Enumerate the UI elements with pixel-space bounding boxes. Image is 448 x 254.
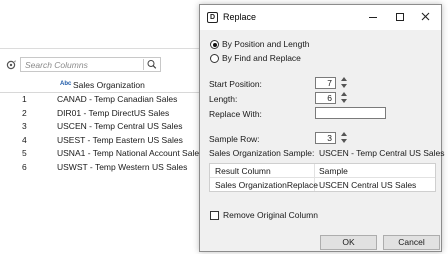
- sample-value: USCEN - Temp Central US Sales: [319, 148, 445, 158]
- header-result-column: Result Column: [215, 166, 271, 176]
- app-icon: D: [207, 12, 218, 23]
- table-row[interactable]: 3 USCEN - Temp Central US Sales: [0, 120, 200, 134]
- table-row[interactable]: 4 USEST - Temp Eastern US Sales: [0, 134, 200, 148]
- row-number: 5: [22, 148, 27, 158]
- cell-value: USCEN - Temp Central US Sales: [57, 121, 183, 131]
- grid-toolbar: [0, 55, 200, 75]
- spin-up-icon[interactable]: [341, 132, 347, 136]
- table-row[interactable]: 6 USWST - Temp Western US Sales: [0, 161, 200, 175]
- row-number: 6: [22, 161, 27, 172]
- grid-header: Abc Sales Organization: [0, 78, 200, 93]
- spin-up-icon[interactable]: [341, 77, 347, 81]
- row-number: 4: [22, 134, 27, 145]
- spin-down-icon[interactable]: [341, 84, 347, 88]
- row-number: 1: [22, 94, 27, 104]
- length-spinner[interactable]: [341, 92, 347, 104]
- ok-button[interactable]: OK: [320, 235, 377, 250]
- replace-with-input[interactable]: [315, 107, 386, 119]
- replace-with-label: Replace With:: [209, 109, 262, 119]
- table-row[interactable]: 2 DIR01 - Temp DirectUS Sales: [0, 107, 200, 121]
- remove-original-checkbox[interactable]: [210, 211, 219, 220]
- spin-down-icon[interactable]: [341, 99, 347, 103]
- remove-original-label[interactable]: Remove Original Column: [223, 210, 318, 220]
- sample-label: Sales Organization Sample:: [209, 148, 315, 158]
- radio-button-checked[interactable]: [210, 40, 219, 49]
- table-header: Result Column Sample: [210, 164, 435, 178]
- table-row[interactable]: 5 USNA1 - Temp National Account Sales: [0, 147, 204, 161]
- cell-value: USWST - Temp Western US Sales: [57, 161, 188, 172]
- length-label: Length:: [209, 94, 238, 104]
- dialog-title: Replace: [223, 12, 257, 22]
- search-box: [20, 57, 161, 72]
- start-position-spinner[interactable]: [341, 77, 347, 89]
- sample-row-spinner[interactable]: [341, 132, 347, 144]
- grid-rows: 1 CANAD - Temp Canadian Sales 2 DIR01 - …: [0, 93, 204, 175]
- radio-label-by-find: By Find and Replace: [222, 53, 301, 63]
- search-icon[interactable]: [143, 59, 159, 70]
- refresh-settings-icon[interactable]: [5, 59, 17, 71]
- cell-value: USNA1 - Temp National Account Sales: [57, 148, 204, 158]
- cancel-button[interactable]: Cancel: [383, 235, 440, 250]
- result-column-name: Sales OrganizationReplace: [215, 180, 319, 190]
- replace-dialog: D Replace By Position and Length By Find…: [199, 4, 445, 252]
- sample-row-label: Sample Row:: [209, 134, 260, 144]
- radio-label-by-position: By Position and Length: [222, 39, 310, 49]
- table-row[interactable]: 1 CANAD - Temp Canadian Sales: [0, 93, 200, 107]
- start-position-label: Start Position:: [209, 79, 262, 89]
- radio-button[interactable]: [210, 54, 219, 63]
- maximize-button[interactable]: [391, 9, 409, 25]
- result-sample: USCEN Central US Sales: [319, 180, 417, 190]
- spin-up-icon[interactable]: [341, 92, 347, 96]
- start-position-input[interactable]: 7: [315, 77, 336, 89]
- row-number: 3: [22, 121, 27, 131]
- search-input[interactable]: [23, 58, 141, 71]
- dialog-titlebar[interactable]: D Replace: [200, 5, 441, 30]
- panel-divider: [0, 48, 200, 49]
- spin-down-icon[interactable]: [341, 139, 347, 143]
- cell-value: USEST - Temp Eastern US Sales: [57, 134, 183, 145]
- string-type-badge: Abc: [60, 81, 72, 87]
- close-icon: [421, 12, 430, 21]
- dialog-body: By Position and Length By Find and Repla…: [200, 30, 445, 251]
- table-row: Sales OrganizationReplace USCEN Central …: [210, 178, 435, 192]
- cell-value: CANAD - Temp Canadian Sales: [57, 94, 178, 104]
- minimize-button[interactable]: [364, 9, 382, 25]
- row-number: 2: [22, 107, 27, 118]
- result-table: Result Column Sample Sales OrganizationR…: [209, 163, 436, 192]
- sample-row-input[interactable]: 3: [315, 132, 336, 144]
- column-header-sales-organization[interactable]: Sales Organization: [73, 80, 145, 90]
- cell-value: DIR01 - Temp DirectUS Sales: [57, 107, 170, 118]
- length-input[interactable]: 6: [315, 92, 336, 104]
- header-sample: Sample: [319, 166, 348, 176]
- close-button[interactable]: [417, 9, 435, 25]
